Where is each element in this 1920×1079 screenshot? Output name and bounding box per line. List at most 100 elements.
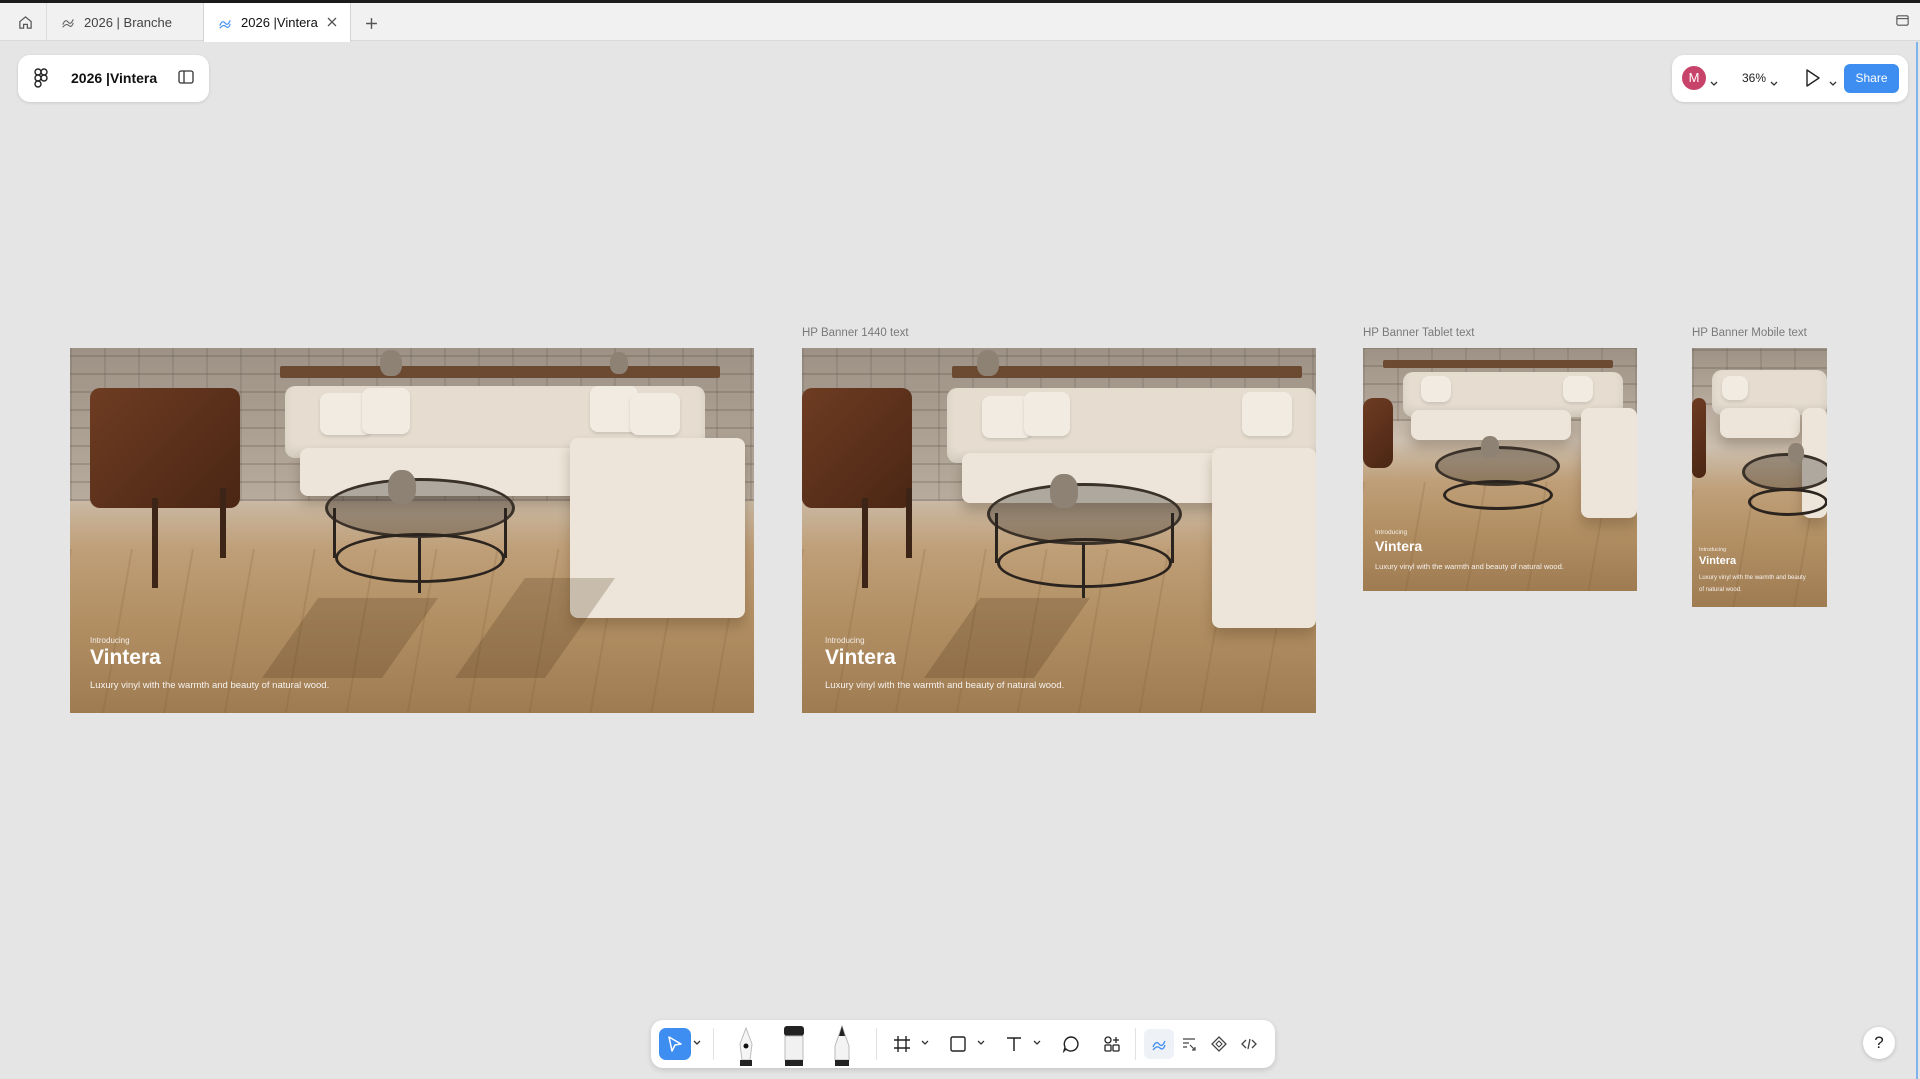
banner-frame-mobile[interactable]: Introducing Vintera Luxury vinyl with th… (1692, 348, 1827, 607)
tab-bar: 2026 | Branche 2026 |Vintera (0, 3, 1920, 42)
coffee-table-leg (1082, 543, 1085, 598)
frame-label[interactable]: HP Banner Mobile text (1692, 327, 1807, 339)
coffee-table-top (325, 478, 515, 538)
figma-file-icon (61, 15, 75, 29)
banner-description: Luxury vinyl with the warmth and beauty … (1699, 575, 1806, 593)
banner-description: Luxury vinyl with the warmth and beauty … (1375, 562, 1564, 571)
coffee-table-leg (333, 508, 336, 558)
banner-frame-tablet[interactable]: Introducing Vintera Luxury vinyl with th… (1363, 348, 1637, 591)
coffee-table-top (987, 483, 1182, 545)
shape-tool[interactable] (943, 1029, 973, 1059)
present-play-icon[interactable] (1804, 68, 1822, 93)
chevron-down-icon[interactable] (693, 1040, 701, 1046)
close-icon[interactable] (326, 16, 338, 28)
toolbar-divider (713, 1028, 714, 1060)
new-tab-button[interactable] (360, 12, 382, 34)
plus-icon (365, 17, 377, 29)
banner-intro: Introducing (90, 636, 130, 645)
chevron-down-icon[interactable] (921, 1040, 929, 1046)
pillow (1722, 376, 1748, 400)
chair-leg (220, 488, 226, 558)
banner-intro: Introducing (1699, 547, 1727, 553)
chevron-down-icon[interactable] (977, 1040, 985, 1046)
vase (380, 350, 402, 376)
move-tool[interactable] (659, 1028, 691, 1060)
file-panel: 2026 |Vintera (18, 55, 209, 102)
tab-vintera[interactable]: 2026 |Vintera (203, 3, 351, 42)
actions-icon (1104, 1036, 1120, 1052)
chevron-down-icon[interactable] (1770, 74, 1778, 92)
text-tool[interactable] (999, 1029, 1029, 1059)
frame-label[interactable]: HP Banner Tablet text (1363, 327, 1474, 339)
frame-icon (894, 1036, 910, 1052)
actions-tool[interactable] (1097, 1029, 1127, 1059)
pillow (362, 388, 410, 434)
pencil-icon (834, 1024, 850, 1066)
chevron-down-icon[interactable] (1033, 1040, 1041, 1046)
figma-file-icon (218, 16, 232, 30)
zoom-level[interactable]: 36% (1742, 71, 1766, 85)
comment-icon (1062, 1036, 1079, 1053)
pillow (1024, 392, 1070, 436)
code-icon (1241, 1038, 1257, 1050)
coffee-table-leg (418, 538, 421, 593)
file-title[interactable]: 2026 |Vintera (71, 70, 157, 86)
tab-branche[interactable]: 2026 | Branche (46, 3, 204, 41)
annotation-icon (1183, 1038, 1196, 1051)
home-button[interactable] (10, 9, 40, 35)
rectangle-icon (950, 1036, 966, 1052)
coffee-table-ring (1748, 488, 1827, 516)
sofa-chaise (1212, 448, 1316, 628)
help-button[interactable]: ? (1863, 1027, 1895, 1059)
home-icon (18, 15, 32, 29)
draw-mode-icon (1152, 1040, 1166, 1051)
pillow (1421, 376, 1451, 402)
pillow (1563, 376, 1593, 402)
frame-tool[interactable] (887, 1029, 917, 1059)
vase (1788, 443, 1804, 463)
window-panel-button[interactable] (1895, 13, 1910, 28)
marker-tool[interactable] (779, 1024, 809, 1066)
tab-label: 2026 |Vintera (241, 15, 318, 30)
armchair (1692, 398, 1706, 478)
coffee-table-top (1742, 453, 1827, 491)
cursor-icon (668, 1036, 682, 1052)
components-button[interactable] (1204, 1029, 1234, 1059)
pillow (1242, 392, 1292, 436)
window-icon (1896, 15, 1909, 26)
chevron-down-icon[interactable] (1829, 74, 1837, 92)
coffee-table-ring (1443, 480, 1553, 510)
figma-menu-icon[interactable] (34, 68, 48, 93)
avatar[interactable]: M (1682, 66, 1706, 90)
dev-annotations-button[interactable] (1174, 1029, 1204, 1059)
chevron-down-icon[interactable] (1710, 74, 1718, 92)
banner-intro: Introducing (825, 636, 865, 645)
banner-description: Luxury vinyl with the warmth and beauty … (825, 680, 1065, 691)
sofa-chaise (1581, 408, 1637, 518)
tab-label: 2026 | Branche (84, 14, 172, 30)
pen-tool[interactable] (731, 1026, 761, 1066)
banner-title: Vintera (1375, 538, 1423, 554)
component-icon (1211, 1036, 1227, 1052)
banner-frame[interactable]: Introducing Vintera Luxury vinyl with th… (70, 348, 754, 713)
pencil-tool[interactable] (827, 1024, 857, 1066)
comment-tool[interactable] (1056, 1029, 1086, 1059)
banner-title: Vintera (825, 646, 896, 669)
canvas-edge-highlight (1916, 42, 1918, 1079)
sidebar-toggle-icon[interactable] (178, 70, 194, 89)
chair-leg (862, 498, 868, 588)
console-table (952, 366, 1302, 378)
armchair (1363, 398, 1393, 468)
frame-label[interactable]: HP Banner 1440 text (802, 327, 909, 339)
header-controls: M 36% Share (1672, 55, 1908, 102)
bottom-toolbar (651, 1020, 1275, 1068)
share-button[interactable]: Share (1844, 64, 1899, 93)
draw-mode-button[interactable] (1144, 1029, 1174, 1059)
banner-frame-1440[interactable]: Introducing Vintera Luxury vinyl with th… (802, 348, 1316, 713)
console-table (280, 366, 720, 378)
dev-mode-button[interactable] (1234, 1029, 1264, 1059)
coffee-table-leg (504, 508, 507, 558)
armchair (802, 388, 912, 508)
marker-icon (784, 1026, 804, 1066)
pillow (630, 393, 680, 435)
